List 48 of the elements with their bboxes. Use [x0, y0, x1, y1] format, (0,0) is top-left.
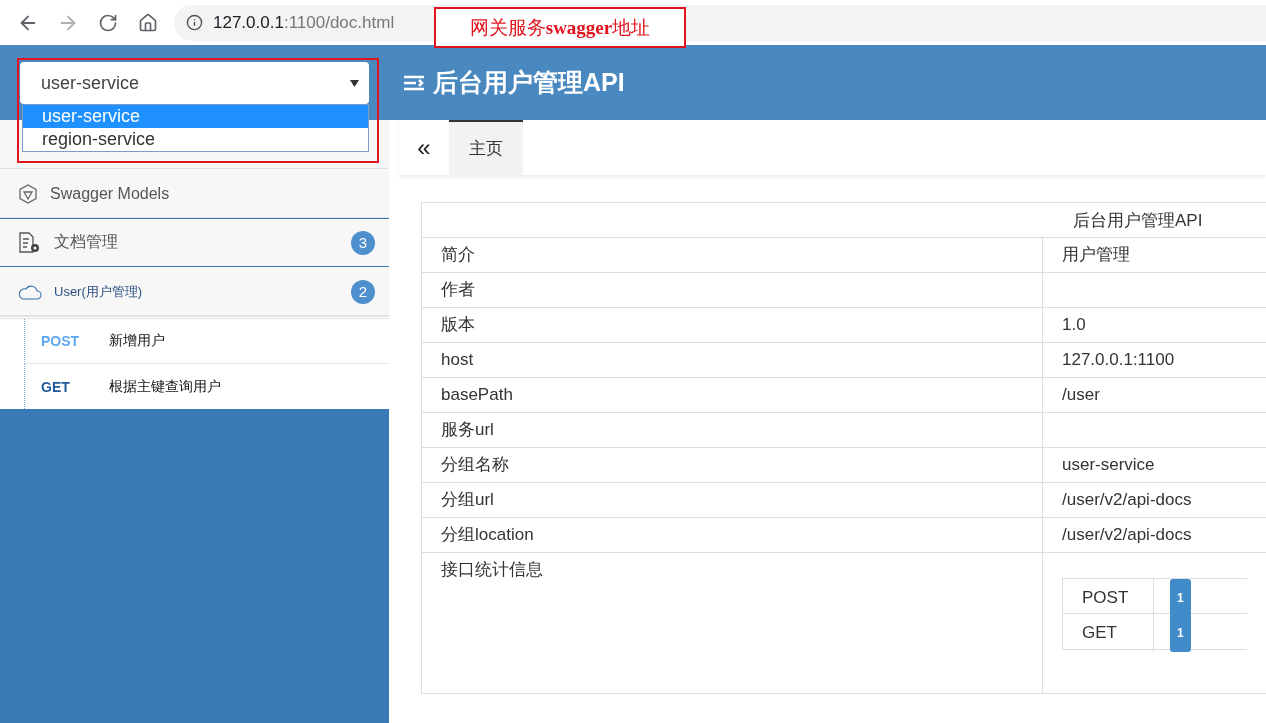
menu-icon: [403, 73, 425, 92]
page-title: 后台用户管理API: [433, 67, 625, 98]
sidebar-item[interactable]: User(用户管理) 2: [0, 267, 389, 316]
count-badge: 3: [351, 230, 375, 255]
table-title: 后台用户管理API: [1073, 209, 1203, 232]
table-cell-text: /user: [1061, 384, 1101, 406]
cloud-api-icon: [18, 283, 42, 300]
http-method: GET: [41, 378, 71, 395]
table-cell: 服务url: [422, 413, 1043, 447]
table-cell: 接口统计信息: [422, 553, 1043, 693]
count-badge: 2: [351, 279, 375, 304]
annotation-label: 网关服务swagger地址: [434, 7, 686, 48]
table-cell: POST: [1063, 579, 1154, 617]
hexagon-icon: [18, 183, 38, 204]
api-name: 新增用户: [109, 332, 165, 350]
table-cell: 分组url: [422, 483, 1043, 517]
table-cell-text: 127.0.0.1:1100: [1061, 349, 1176, 371]
sidebar-item[interactable]: Swagger Models: [0, 169, 389, 218]
sidebar-item[interactable]: 文档管理 3: [0, 218, 389, 267]
document-gear-icon: [18, 231, 42, 254]
service-select[interactable]: user-service: [20, 62, 369, 104]
tab[interactable]: 主页: [449, 120, 523, 175]
url-path: :1100/doc.html: [283, 12, 395, 33]
info-icon: [186, 14, 203, 31]
table-cell: 分组location: [422, 518, 1043, 552]
caret-icon: [350, 79, 359, 87]
count-badge: 1: [1170, 579, 1191, 617]
table-cell-text: 1.0: [1061, 314, 1087, 336]
table-cell-text: /user/v2/api-docs: [1061, 489, 1193, 511]
table-cell: 作者: [422, 273, 1043, 307]
api-name: 根据主键查询用户: [109, 377, 221, 396]
url-host: 127.0.0.1: [213, 12, 284, 33]
table-cell: 版本: [422, 308, 1043, 342]
table-cell: GET: [1063, 614, 1154, 652]
http-method: POST: [41, 333, 81, 349]
api-item[interactable]: GET 根据主键查询用户: [24, 364, 389, 409]
table-cell: host: [422, 343, 1043, 377]
table-cell-text: /user/v2/api-docs: [1061, 524, 1193, 546]
count-badge: 1: [1170, 614, 1191, 652]
reload-icon: [98, 12, 118, 33]
table-cell: 简介: [422, 238, 1043, 272]
api-item[interactable]: POST 新增用户: [24, 319, 389, 364]
table-cell-text: 用户管理: [1061, 244, 1131, 266]
table-cell-text: user-service: [1061, 454, 1156, 476]
collapse-button[interactable]: «: [399, 120, 449, 175]
table-cell: basePath: [422, 378, 1043, 412]
home-icon: [138, 12, 158, 33]
table-cell: 分组名称: [422, 448, 1043, 482]
